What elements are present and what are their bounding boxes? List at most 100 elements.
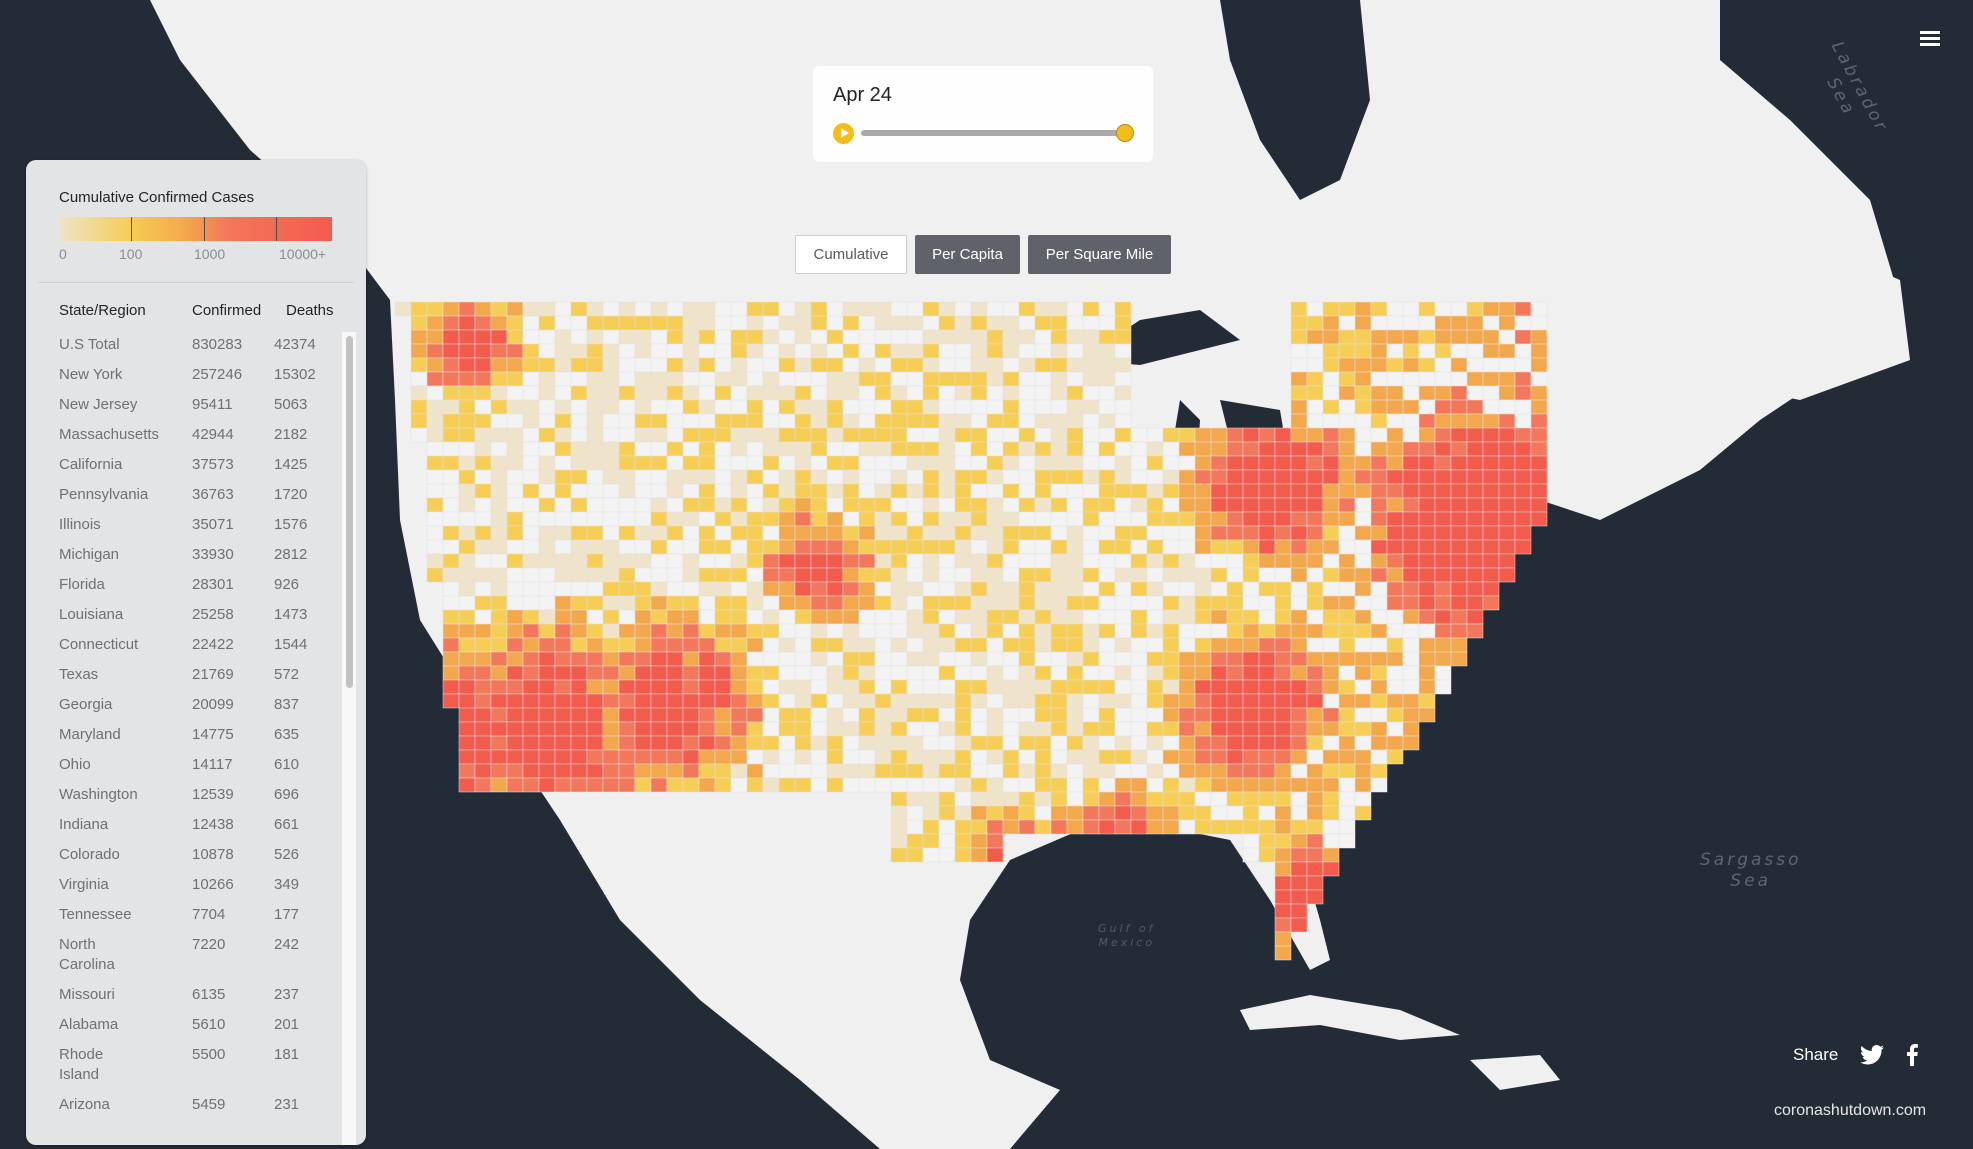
county-region[interactable]: [442, 581, 460, 597]
county-region[interactable]: [1098, 385, 1116, 401]
county-region[interactable]: [1018, 735, 1036, 751]
county-region[interactable]: [810, 413, 828, 429]
county-region[interactable]: [410, 301, 428, 317]
county-region[interactable]: [490, 455, 508, 471]
county-region[interactable]: [490, 665, 508, 681]
county-region[interactable]: [490, 469, 508, 485]
county-region[interactable]: [1034, 315, 1052, 331]
county-region[interactable]: [826, 651, 844, 667]
county-region[interactable]: [1146, 595, 1164, 611]
county-region[interactable]: [986, 637, 1004, 653]
county-region[interactable]: [954, 623, 972, 639]
county-region[interactable]: [1290, 763, 1308, 779]
county-region[interactable]: [826, 497, 844, 513]
county-region[interactable]: [1338, 301, 1356, 317]
county-region[interactable]: [586, 413, 604, 429]
county-region[interactable]: [1354, 791, 1372, 807]
county-region[interactable]: [762, 609, 780, 625]
county-region[interactable]: [954, 539, 972, 555]
county-region[interactable]: [794, 553, 812, 569]
county-region[interactable]: [618, 343, 636, 359]
county-region[interactable]: [1530, 371, 1548, 387]
county-region[interactable]: [1130, 749, 1148, 765]
county-region[interactable]: [1258, 721, 1276, 737]
county-region[interactable]: [1338, 483, 1356, 499]
county-region[interactable]: [1354, 665, 1372, 681]
county-region[interactable]: [842, 665, 860, 681]
county-region[interactable]: [1306, 567, 1324, 583]
county-region[interactable]: [762, 679, 780, 695]
county-region[interactable]: [1066, 539, 1084, 555]
county-region[interactable]: [1018, 791, 1036, 807]
county-region[interactable]: [970, 385, 988, 401]
county-region[interactable]: [1338, 721, 1356, 737]
county-region[interactable]: [442, 385, 460, 401]
county-region[interactable]: [1354, 497, 1372, 513]
county-region[interactable]: [778, 315, 796, 331]
county-region[interactable]: [1162, 763, 1180, 779]
county-region[interactable]: [1466, 497, 1484, 513]
county-region[interactable]: [986, 385, 1004, 401]
county-region[interactable]: [538, 679, 556, 695]
county-region[interactable]: [1050, 301, 1068, 317]
county-region[interactable]: [634, 777, 652, 793]
county-region[interactable]: [714, 777, 732, 793]
county-region[interactable]: [394, 301, 412, 317]
county-region[interactable]: [842, 455, 860, 471]
county-region[interactable]: [666, 665, 684, 681]
county-region[interactable]: [650, 693, 668, 709]
county-region[interactable]: [1002, 343, 1020, 359]
county-region[interactable]: [1114, 497, 1132, 513]
county-region[interactable]: [1034, 553, 1052, 569]
county-region[interactable]: [1210, 567, 1228, 583]
county-region[interactable]: [1482, 301, 1500, 317]
county-region[interactable]: [826, 707, 844, 723]
county-region[interactable]: [1050, 413, 1068, 429]
county-region[interactable]: [570, 721, 588, 737]
county-region[interactable]: [906, 735, 924, 751]
county-region[interactable]: [602, 609, 620, 625]
county-region[interactable]: [1018, 497, 1036, 513]
county-region[interactable]: [970, 763, 988, 779]
county-region[interactable]: [1386, 539, 1404, 555]
county-region[interactable]: [1258, 441, 1276, 457]
county-region[interactable]: [1258, 581, 1276, 597]
county-region[interactable]: [1242, 749, 1260, 765]
county-region[interactable]: [1114, 511, 1132, 527]
county-region[interactable]: [1162, 525, 1180, 541]
county-region[interactable]: [954, 693, 972, 709]
county-region[interactable]: [1338, 749, 1356, 765]
county-region[interactable]: [1242, 483, 1260, 499]
county-region[interactable]: [1434, 455, 1452, 471]
county-region[interactable]: [602, 399, 620, 415]
county-region[interactable]: [1178, 427, 1196, 443]
county-region[interactable]: [842, 315, 860, 331]
county-region[interactable]: [714, 735, 732, 751]
county-region[interactable]: [1450, 623, 1468, 639]
county-region[interactable]: [1050, 539, 1068, 555]
county-region[interactable]: [1226, 777, 1244, 793]
county-region[interactable]: [522, 609, 540, 625]
county-region[interactable]: [746, 735, 764, 751]
county-region[interactable]: [1386, 567, 1404, 583]
county-region[interactable]: [1050, 483, 1068, 499]
county-region[interactable]: [458, 651, 476, 667]
county-region[interactable]: [842, 469, 860, 485]
county-region[interactable]: [554, 343, 572, 359]
county-region[interactable]: [634, 399, 652, 415]
county-region[interactable]: [1098, 567, 1116, 583]
county-region[interactable]: [522, 301, 540, 317]
county-region[interactable]: [954, 637, 972, 653]
county-region[interactable]: [874, 357, 892, 373]
county-region[interactable]: [474, 399, 492, 415]
county-region[interactable]: [682, 525, 700, 541]
county-region[interactable]: [602, 707, 620, 723]
table-scrollbar[interactable]: [342, 332, 356, 1145]
county-region[interactable]: [1290, 917, 1308, 933]
county-region[interactable]: [650, 721, 668, 737]
county-region[interactable]: [874, 525, 892, 541]
county-region[interactable]: [1034, 427, 1052, 443]
county-region[interactable]: [474, 651, 492, 667]
county-region[interactable]: [794, 735, 812, 751]
county-region[interactable]: [458, 399, 476, 415]
